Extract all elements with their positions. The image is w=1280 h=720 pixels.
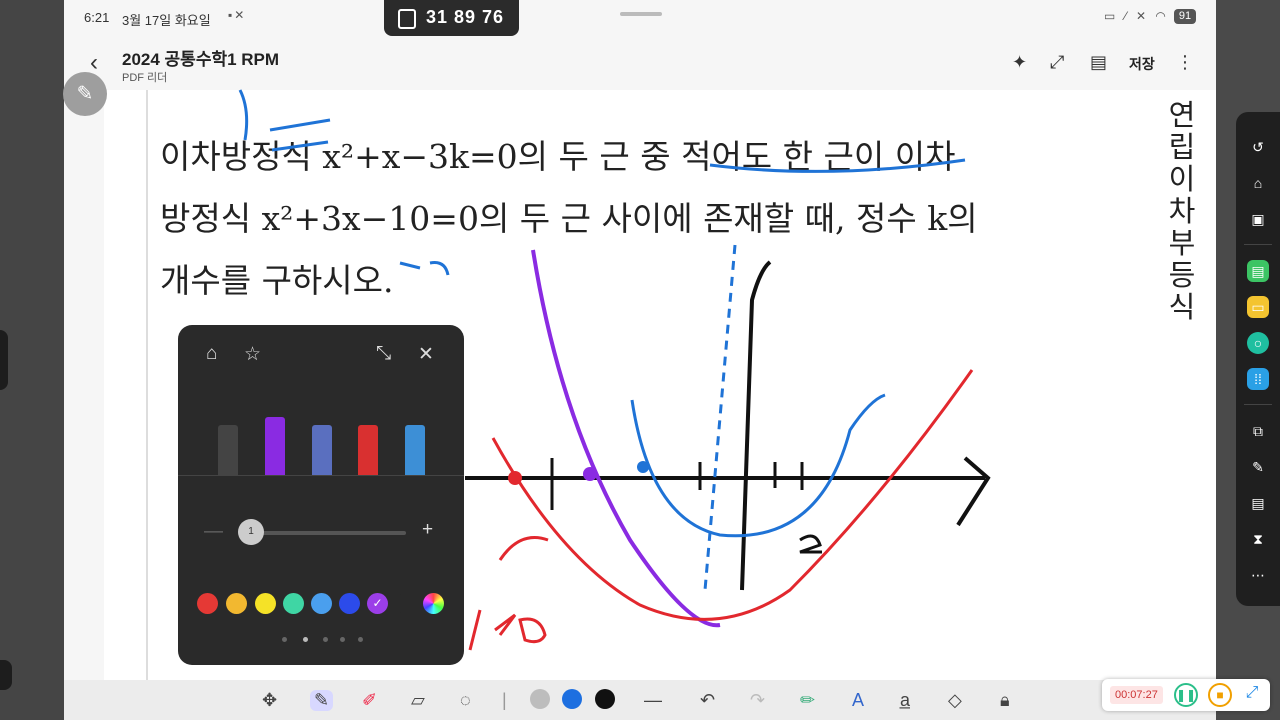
ink-point-red [508, 471, 522, 485]
ink-red-parabola [491, 369, 974, 621]
toolbar-color-black[interactable] [595, 689, 615, 709]
lasso-icon[interactable]: ◌ [460, 690, 471, 711]
pin-icon[interactable]: ⌂ [206, 343, 217, 365]
stroke-width-icon[interactable]: — [644, 690, 662, 711]
draw-icon[interactable]: ✎ [1247, 456, 1269, 478]
close-icon[interactable]: ✕ [418, 343, 434, 366]
app-shortcut-circle-icon[interactable]: ○ [1247, 332, 1269, 354]
calligraphy-pen-tool[interactable] [265, 417, 285, 475]
screen-recorder-widget: 00:07:27 ❚❚ ■ ⤢ [1102, 679, 1270, 711]
ink-blue-parabola [630, 393, 886, 538]
size-increase-button[interactable]: + [422, 519, 433, 541]
ink-blue-stroke-2 [269, 118, 331, 152]
collapse-icon[interactable]: ⤡ [376, 343, 391, 365]
ballpoint-pen-tool[interactable] [312, 425, 332, 475]
highlighter-icon[interactable]: ✐ [362, 690, 377, 711]
ink-ticks [550, 458, 804, 510]
ink-y-axis [740, 260, 772, 591]
recording-time: 00:07:27 [1110, 686, 1163, 704]
ink-point-purple [583, 467, 597, 481]
eraser-icon[interactable]: ▱ [411, 690, 425, 711]
shapes-icon[interactable]: ◇ [948, 690, 962, 711]
color-swatch-sky[interactable] [311, 593, 332, 614]
toolbar-separator [1244, 404, 1272, 405]
pen-icon[interactable]: ✎ [310, 690, 334, 711]
toolbar-separator [1244, 244, 1272, 245]
undo-icon[interactable]: ↶ [700, 690, 715, 711]
color-swatch-blue[interactable] [339, 593, 360, 614]
layout-icon[interactable]: ▤ [1247, 492, 1269, 514]
stop-icon[interactable]: ■ [1208, 683, 1232, 707]
page-indicator-dot [358, 637, 363, 642]
fullscreen-icon[interactable]: ⤢ [1242, 683, 1262, 703]
pause-icon[interactable]: ❚❚ [1174, 683, 1198, 707]
ink-underline [709, 158, 966, 173]
text-box-icon[interactable]: a̲ [900, 690, 910, 711]
brush-tool[interactable] [405, 425, 425, 475]
ink-axis-arrow [956, 456, 991, 527]
toolbar-color-blue[interactable] [562, 689, 582, 709]
ink-red-notes [468, 536, 549, 651]
ink-blue-mark [399, 261, 450, 276]
page-indicator-dot [323, 637, 328, 642]
timer-icon[interactable]: ⧗ [1247, 528, 1269, 550]
color-swatch-purple-selected[interactable]: ✓ [367, 593, 388, 614]
app-shortcut-notes-icon[interactable]: ▭ [1247, 296, 1269, 318]
drawing-toolbar: ✥ ✎ ✐ ▱ ◌ | — ↶ ↷ ✏ A a̲ ◇ 🔒︎ [64, 680, 1216, 720]
home-icon[interactable]: ⌂ [1247, 172, 1269, 194]
color-swatch-black[interactable] [395, 593, 416, 614]
page-indicator-dot [340, 637, 345, 642]
page-indicator-dot-active [303, 637, 308, 642]
more-icon[interactable]: ⋯ [1247, 564, 1269, 586]
rotate-icon[interactable]: ↺ [1247, 136, 1269, 158]
page-indicator-dot [282, 637, 287, 642]
toolbar-divider: | [502, 690, 507, 710]
screenshot-icon[interactable]: ⧉ [1247, 420, 1269, 442]
toolbar-color-gray[interactable] [530, 689, 550, 709]
ink-axis-of-symmetry [703, 244, 737, 591]
size-slider-knob[interactable]: 1 [238, 519, 264, 545]
pencil-tool[interactable] [358, 425, 378, 475]
redo-icon[interactable]: ↷ [750, 690, 765, 711]
app-drawer-icon[interactable]: ⁞⁞ [1247, 368, 1269, 390]
color-swatch-orange[interactable] [226, 593, 247, 614]
ink-purple-parabola [531, 249, 721, 628]
move-icon[interactable]: ✥ [262, 690, 277, 711]
ink-point-blue [637, 461, 649, 473]
split-screen-icon[interactable]: ▣ [1247, 208, 1269, 230]
pen-tools-row [178, 385, 464, 476]
color-swatch-yellow[interactable] [255, 593, 276, 614]
marker-icon[interactable]: ✏ [800, 690, 815, 711]
lock-icon[interactable]: 🔒︎ [1000, 690, 1010, 711]
color-swatch-teal[interactable] [283, 593, 304, 614]
favorite-icon[interactable]: ☆ [244, 343, 261, 366]
text-recognition-icon[interactable]: A [852, 690, 864, 711]
size-decrease-button[interactable]: — [204, 521, 223, 543]
pen-palette-panel: ⌂ ☆ ⤡ ✕ — 1 + ✓ [178, 325, 464, 665]
ink-blue-stroke-1 [238, 89, 249, 141]
ink-label-2 [799, 534, 822, 554]
floating-side-toolbar: ↺ ⌂ ▣ ▤ ▭ ○ ⁞⁞ ⧉ ✎ ▤ ⧗ ⋯ [1236, 112, 1280, 606]
app-shortcut-green-icon[interactable]: ▤ [1247, 260, 1269, 282]
color-picker-icon[interactable] [423, 593, 444, 614]
fountain-pen-tool[interactable] [218, 425, 238, 475]
color-swatch-red[interactable] [197, 593, 218, 614]
